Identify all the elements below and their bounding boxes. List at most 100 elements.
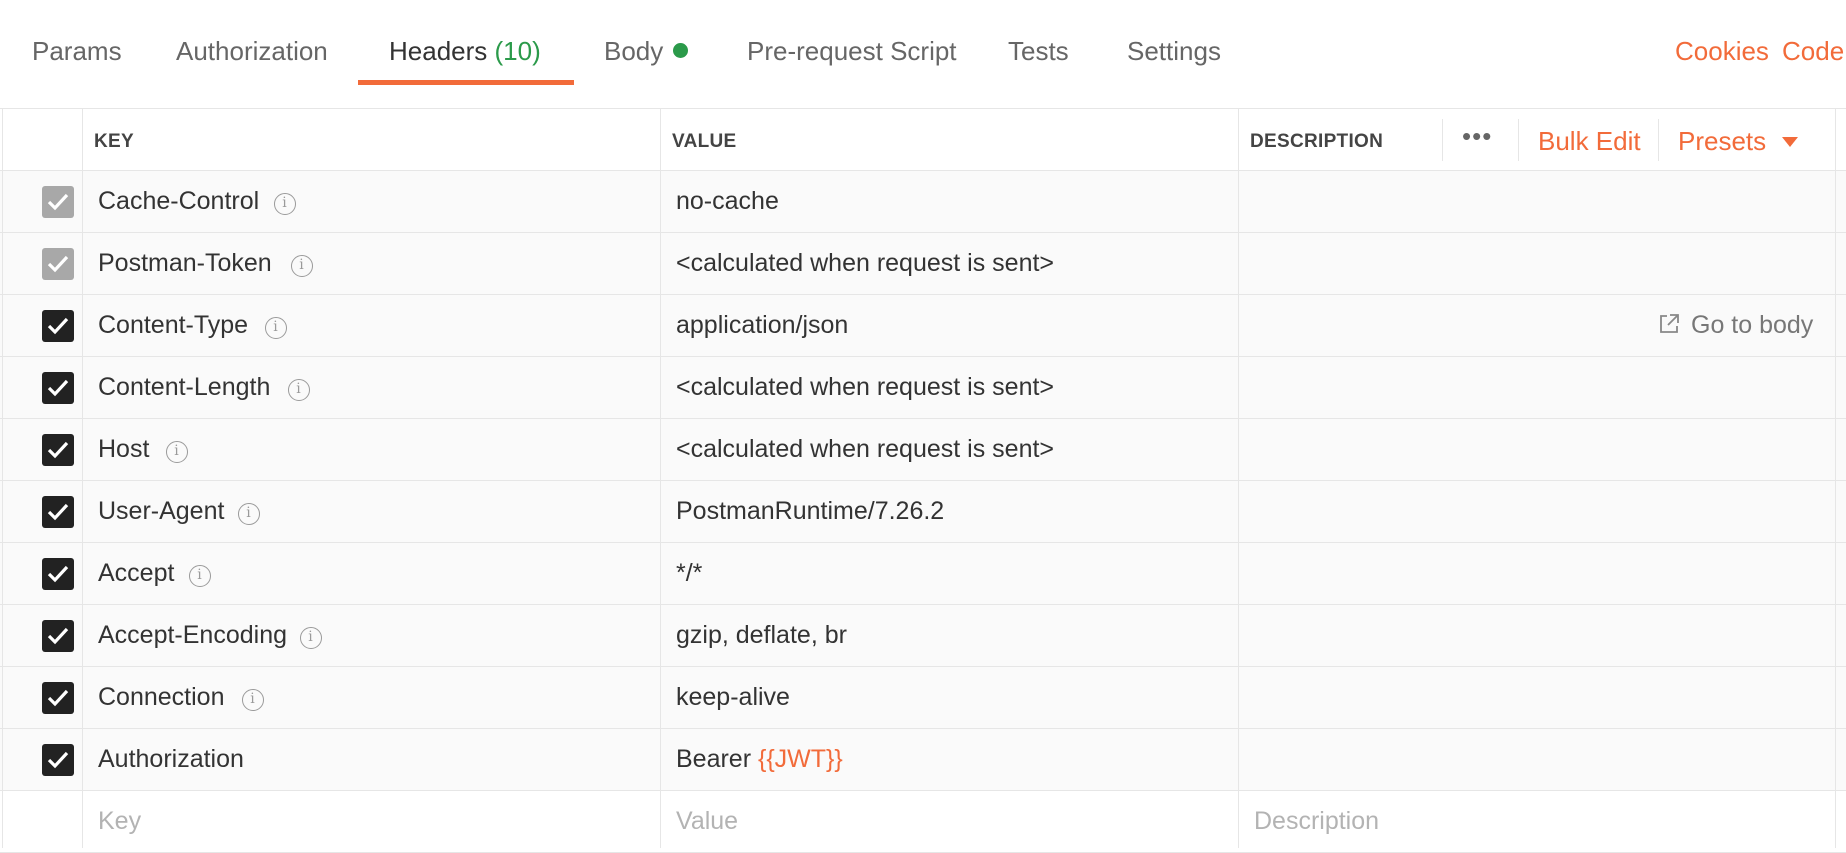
info-icon[interactable] <box>189 565 211 587</box>
value-prefix: Bearer <box>676 745 758 773</box>
row-enabled-checkbox[interactable] <box>42 558 74 590</box>
info-icon[interactable] <box>274 193 296 215</box>
check-icon <box>47 503 69 521</box>
column-header-description: DESCRIPTION <box>1250 131 1384 152</box>
tab-headers-label: Headers <box>389 36 488 66</box>
go-to-body-link[interactable]: Go to body <box>1657 311 1813 340</box>
row-enabled-checkbox[interactable] <box>42 496 74 528</box>
cookies-link[interactable]: Cookies <box>1675 36 1769 67</box>
table-row: User-Agent PostmanRuntime/7.26.2 <box>0 481 1846 543</box>
header-value[interactable]: gzip, deflate, br <box>676 621 847 650</box>
header-value[interactable]: PostmanRuntime/7.26.2 <box>676 497 944 526</box>
column-divider <box>82 108 83 848</box>
check-icon <box>47 255 69 273</box>
row-enabled-checkbox[interactable] <box>42 682 74 714</box>
header-value[interactable]: Bearer {{JWT}} <box>676 745 843 774</box>
column-header-value: VALUE <box>672 131 737 152</box>
row-enabled-checkbox[interactable] <box>42 248 74 280</box>
check-icon <box>47 627 69 645</box>
check-icon <box>47 751 69 769</box>
new-key-input[interactable]: Key <box>98 807 141 836</box>
row-enabled-checkbox[interactable] <box>42 744 74 776</box>
row-enabled-checkbox[interactable] <box>42 310 74 342</box>
tab-tests[interactable]: Tests <box>1008 36 1069 67</box>
header-value[interactable]: application/json <box>676 311 848 340</box>
tab-body-label: Body <box>604 36 664 66</box>
tab-body[interactable]: Body <box>604 36 689 67</box>
table-row: Accept-Encoding gzip, deflate, br <box>0 605 1846 667</box>
external-link-icon <box>1660 314 1679 333</box>
table-row: Content-Length <calculated when request … <box>0 357 1846 419</box>
header-key[interactable]: Postman-Token <box>98 249 272 278</box>
column-divider <box>1238 108 1239 848</box>
row-enabled-checkbox[interactable] <box>42 620 74 652</box>
check-icon <box>47 441 69 459</box>
info-icon[interactable] <box>288 379 310 401</box>
new-description-input[interactable]: Description <box>1254 807 1379 836</box>
header-value[interactable]: <calculated when request is sent> <box>676 373 1054 402</box>
environment-variable: {{JWT}} <box>757 745 843 773</box>
active-tab-indicator <box>358 80 574 85</box>
body-status-dot-icon <box>673 43 689 58</box>
presets-label: Presets <box>1678 126 1767 156</box>
check-icon <box>47 317 69 335</box>
check-icon <box>47 379 69 397</box>
table-row: Content-Type application/json Go to body <box>0 295 1846 357</box>
check-icon <box>47 193 69 211</box>
bulk-edit-button[interactable]: Bulk Edit <box>1538 126 1641 157</box>
column-divider <box>660 108 661 848</box>
presets-dropdown[interactable]: Presets <box>1678 126 1799 157</box>
table-row: Cache-Control no-cache <box>0 171 1846 233</box>
tab-authorization[interactable]: Authorization <box>176 36 328 67</box>
header-key[interactable]: Cache-Control <box>98 187 259 216</box>
header-key[interactable]: Accept-Encoding <box>98 621 287 650</box>
tab-settings[interactable]: Settings <box>1127 36 1221 67</box>
header-value[interactable]: */* <box>676 559 702 588</box>
tab-headers[interactable]: Headers (10) <box>389 36 541 67</box>
header-key[interactable]: Accept <box>98 559 174 588</box>
header-divider <box>1442 119 1443 161</box>
header-value[interactable]: <calculated when request is sent> <box>676 249 1054 278</box>
table-row: Connection keep-alive <box>0 667 1846 729</box>
info-icon[interactable] <box>242 689 264 711</box>
header-value[interactable]: <calculated when request is sent> <box>676 435 1054 464</box>
column-header-key: KEY <box>94 131 134 152</box>
caret-down-icon <box>1782 137 1799 147</box>
tab-params[interactable]: Params <box>32 36 122 67</box>
header-value[interactable]: no-cache <box>676 187 779 216</box>
header-key[interactable]: Host <box>98 435 149 464</box>
check-icon <box>47 565 69 583</box>
table-row: Host <calculated when request is sent> <box>0 419 1846 481</box>
tab-headers-count: (10) <box>494 36 541 66</box>
info-icon[interactable] <box>300 627 322 649</box>
request-tab-bar: Params Authorization Headers (10) Body P… <box>0 0 1846 86</box>
go-to-body-label: Go to body <box>1691 311 1814 339</box>
header-value[interactable]: keep-alive <box>676 683 790 712</box>
header-divider <box>1658 119 1659 161</box>
row-enabled-checkbox[interactable] <box>42 186 74 218</box>
table-header-row: KEY VALUE DESCRIPTION ••• Bulk Edit Pres… <box>0 109 1846 171</box>
header-key[interactable]: Content-Type <box>98 311 248 340</box>
table-row: Accept */* <box>0 543 1846 605</box>
table-row: Postman-Token <calculated when request i… <box>0 233 1846 295</box>
header-key[interactable]: Connection <box>98 683 224 712</box>
row-enabled-checkbox[interactable] <box>42 372 74 404</box>
new-value-input[interactable]: Value <box>676 807 738 836</box>
new-header-row: Key Value Description <box>0 791 1846 853</box>
header-key[interactable]: Authorization <box>98 745 244 774</box>
tab-pre-request-script[interactable]: Pre-request Script <box>747 36 957 67</box>
info-icon[interactable] <box>238 503 260 525</box>
table-row: Authorization Bearer {{JWT}} <box>0 729 1846 791</box>
table-border <box>1835 108 1836 848</box>
info-icon[interactable] <box>291 255 313 277</box>
code-link[interactable]: Code <box>1782 36 1844 67</box>
header-key[interactable]: User-Agent <box>98 497 224 526</box>
table-border <box>2 108 3 848</box>
check-icon <box>47 689 69 707</box>
info-icon[interactable] <box>166 441 188 463</box>
info-icon[interactable] <box>265 317 287 339</box>
more-options-icon[interactable]: ••• <box>1462 121 1492 152</box>
headers-table: KEY VALUE DESCRIPTION ••• Bulk Edit Pres… <box>0 108 1846 853</box>
header-key[interactable]: Content-Length <box>98 373 270 402</box>
row-enabled-checkbox[interactable] <box>42 434 74 466</box>
